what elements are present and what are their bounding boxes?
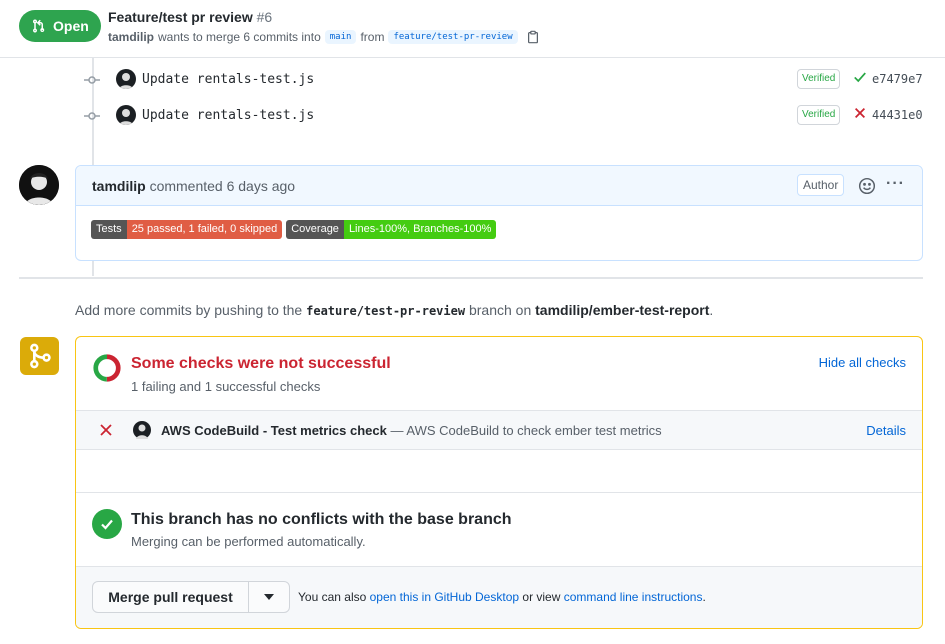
merge-alt-middle: or view xyxy=(522,590,561,604)
push-info: Add more commits by pushing to the featu… xyxy=(75,302,713,318)
coverage-shield: Coverage Lines-100%, Branches-100% xyxy=(286,220,497,239)
commit-sha[interactable]: e7479e7 xyxy=(872,72,923,86)
checks-status-icon xyxy=(93,354,121,382)
merge-alt-prefix: You can also xyxy=(298,590,367,604)
tests-shield: Tests 25 passed, 1 failed, 0 skipped xyxy=(91,220,283,239)
push-prefix: Add more commits by pushing to the xyxy=(75,302,303,318)
pr-subtitle: tamdilip wants to merge 6 commits into m… xyxy=(108,30,540,44)
conflict-title: This branch has no conflicts with the ba… xyxy=(131,511,512,528)
commit-message[interactable]: Update rentals-test.js xyxy=(142,108,314,123)
merge-alternatives: You can also open this in GitHub Desktop… xyxy=(298,590,706,604)
push-branch: feature/test-pr-review xyxy=(306,304,466,318)
clipboard-icon[interactable] xyxy=(526,30,540,44)
merge-pull-request-button[interactable]: Merge pull request xyxy=(93,582,249,612)
pr-header: Open Feature/test pr review #6 tamdilip … xyxy=(0,0,945,58)
author-label: Author xyxy=(797,174,845,196)
pr-merge-text: wants to merge 6 commits into xyxy=(158,30,321,44)
shield-label: Coverage xyxy=(286,220,344,239)
git-pull-request-icon xyxy=(32,19,45,33)
check-icon[interactable] xyxy=(853,70,867,84)
check-row: AWS CodeBuild - Test metrics check — AWS… xyxy=(76,410,922,450)
hide-checks-link[interactable]: Hide all checks xyxy=(819,355,906,370)
comment-author[interactable]: tamdilip xyxy=(92,178,146,194)
checks-spacer xyxy=(76,450,922,493)
kebab-horizontal-icon[interactable]: ··· xyxy=(886,175,906,195)
comment-timestamp[interactable]: commented 6 days ago xyxy=(150,178,296,194)
pr-title-text: Feature/test pr review xyxy=(108,9,253,25)
comment-meta: tamdilip commented 6 days ago xyxy=(92,178,295,194)
git-commit-icon xyxy=(84,112,100,120)
comment-header: tamdilip commented 6 days ago Author ··· xyxy=(76,166,922,206)
pr-from-text: from xyxy=(360,30,385,44)
x-icon[interactable] xyxy=(853,106,867,120)
avatar[interactable] xyxy=(19,165,59,205)
check-circle-icon xyxy=(92,509,122,539)
check-title: AWS CodeBuild - Test metrics check xyxy=(161,423,387,438)
push-suffix: . xyxy=(709,302,714,318)
base-branch[interactable]: main xyxy=(324,30,357,44)
git-merge-icon xyxy=(20,337,59,375)
open-github-desktop-link[interactable]: open this in GitHub Desktop xyxy=(370,590,519,604)
x-icon xyxy=(100,424,112,436)
merge-alt-suffix: . xyxy=(702,590,706,604)
check-description: — AWS CodeBuild to check ember test metr… xyxy=(390,423,662,438)
verified-badge[interactable]: Verified xyxy=(797,69,841,89)
triangle-down-icon xyxy=(264,594,274,600)
head-branch[interactable]: feature/test-pr-review xyxy=(388,30,518,44)
merge-box: Some checks were not successful 1 failin… xyxy=(75,336,923,629)
pr-state-label: Open xyxy=(53,18,89,34)
git-commit-icon xyxy=(84,76,100,84)
divider xyxy=(19,277,923,279)
badges: Tests 25 passed, 1 failed, 0 skipped Cov… xyxy=(91,220,497,239)
merge-button-group: Merge pull request xyxy=(92,581,290,613)
avatar[interactable] xyxy=(116,105,136,125)
pr-number: #6 xyxy=(256,9,273,25)
shield-label: Tests xyxy=(91,220,127,239)
checks-subtitle: 1 failing and 1 successful checks xyxy=(131,379,321,394)
merge-method-dropdown[interactable] xyxy=(249,582,289,612)
verified-badge[interactable]: Verified xyxy=(797,105,841,125)
comment-box: tamdilip commented 6 days ago Author ···… xyxy=(75,165,923,261)
shield-value: 25 passed, 1 failed, 0 skipped xyxy=(126,220,283,239)
commit-row: Update rentals-test.js Verified 44431e0 xyxy=(0,102,945,130)
commit-sha[interactable]: 44431e0 xyxy=(872,108,923,122)
pr-title: Feature/test pr review #6 xyxy=(108,9,272,25)
checks-title: Some checks were not successful xyxy=(131,355,391,372)
details-link[interactable]: Details xyxy=(866,423,906,438)
check-name: AWS CodeBuild - Test metrics check — AWS… xyxy=(161,423,662,438)
smiley-icon[interactable] xyxy=(858,177,876,195)
pr-author-link[interactable]: tamdilip xyxy=(108,30,154,44)
pr-state-badge: Open xyxy=(19,10,101,42)
shield-value: Lines-100%, Branches-100% xyxy=(343,220,497,239)
avatar[interactable] xyxy=(116,69,136,89)
commit-row: Update rentals-test.js Verified e7479e7 xyxy=(0,66,945,94)
avatar xyxy=(133,421,151,439)
merge-actions: Merge pull request You can also open thi… xyxy=(76,567,922,628)
push-repo: tamdilip/ember-test-report xyxy=(535,302,710,318)
conflict-subtitle: Merging can be performed automatically. xyxy=(131,534,366,549)
commit-message[interactable]: Update rentals-test.js xyxy=(142,72,314,87)
conflict-section: This branch has no conflicts with the ba… xyxy=(76,493,922,567)
checks-header: Some checks were not successful 1 failin… xyxy=(76,337,922,410)
command-line-instructions-link[interactable]: command line instructions xyxy=(564,590,703,604)
push-middle: branch on xyxy=(468,302,532,318)
